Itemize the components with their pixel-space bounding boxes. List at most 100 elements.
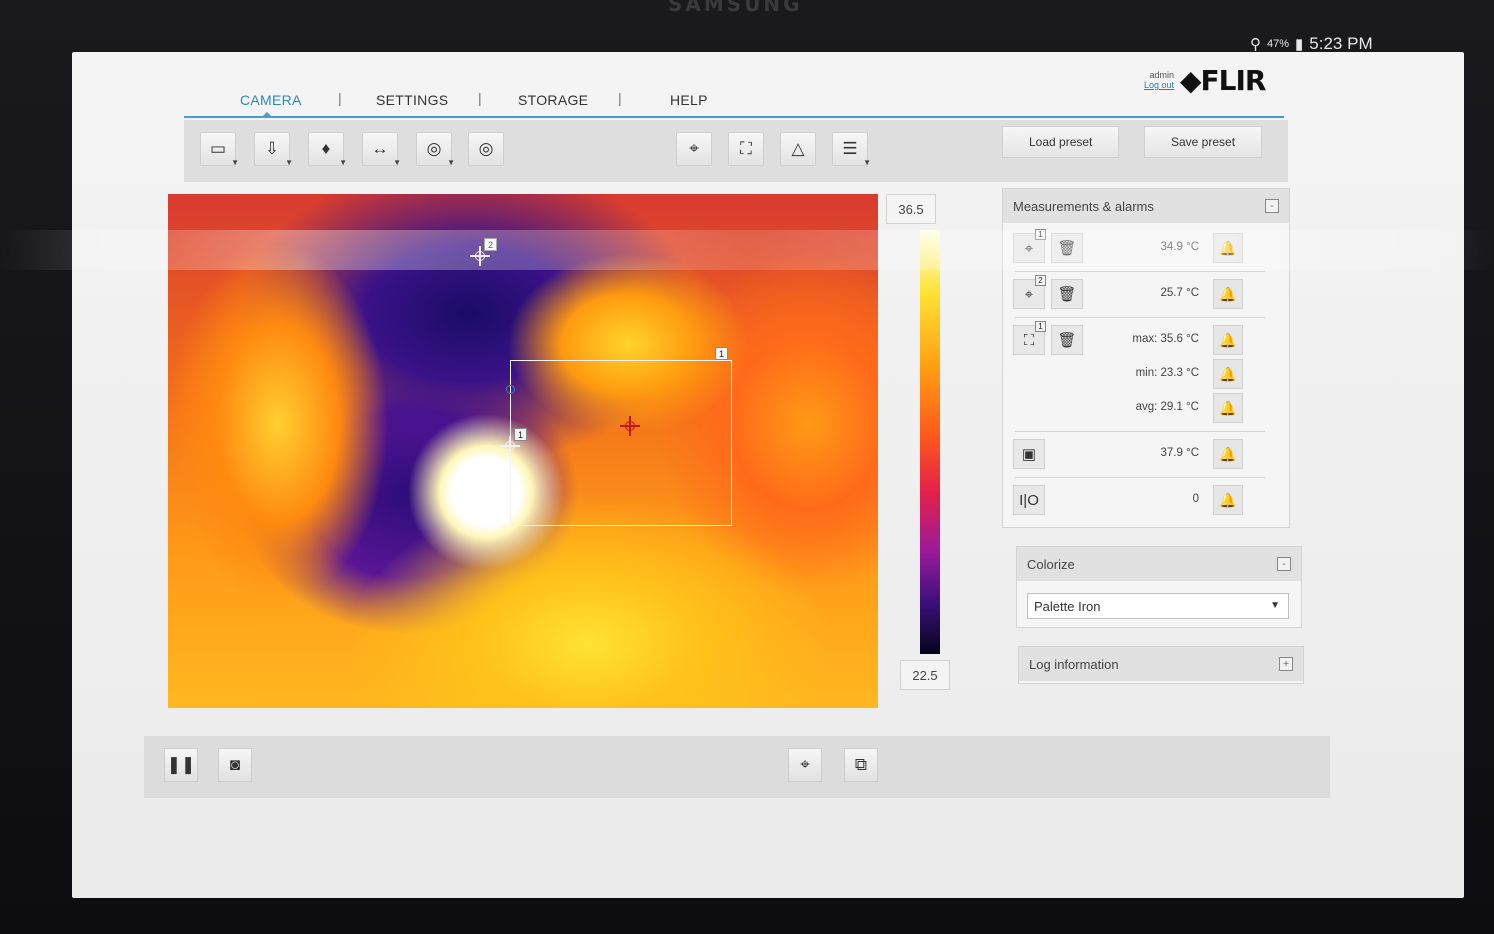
log-panel: Log information + [1018, 646, 1304, 684]
dropdown-icon: ▼ [285, 158, 293, 167]
collapse-icon[interactable]: - [1265, 199, 1279, 213]
wifi-icon: ⚲ [1250, 36, 1261, 53]
alarm-button[interactable]: 🔔 [1213, 359, 1243, 389]
username: admin [1149, 70, 1174, 80]
lamp-button[interactable]: ♦ ▼ [308, 132, 347, 167]
measurements-title: Measurements & alarms [1013, 198, 1154, 214]
pause-button[interactable]: ❚❚ [164, 748, 198, 782]
trash-icon: 🗑 [1057, 240, 1077, 257]
measurements-header[interactable]: Measurements & alarms - [1003, 189, 1289, 223]
alarm-button[interactable]: 🔔 [1213, 279, 1243, 309]
measurement-value: 37.9 °C [1160, 447, 1199, 459]
colorize-header[interactable]: Colorize - [1017, 547, 1301, 581]
dropdown-icon: ▼ [393, 158, 401, 167]
box-measure-icon: ⛶ [740, 139, 752, 158]
lamp-icon: ♦ [321, 139, 331, 158]
dropdown-icon: ▼ [863, 158, 871, 167]
zoom-ring-button[interactable]: ◎ ▼ [416, 132, 455, 167]
adjust-button[interactable]: ☰ ▼ [832, 132, 871, 167]
alarm-button[interactable]: 🔔 [1213, 393, 1243, 423]
log-title: Log information [1029, 656, 1119, 672]
chevron-down-icon: ▼ [1270, 600, 1280, 611]
log-header[interactable]: Log information + [1019, 647, 1303, 681]
dropdown-icon: ▼ [339, 158, 347, 167]
display-mode-icon: ▭ [209, 139, 227, 158]
delta-icon: △ [791, 139, 805, 158]
add-delta-button[interactable]: △ [780, 132, 816, 166]
bell-icon: 🔔 [1219, 331, 1237, 348]
colorize-title: Colorize [1027, 556, 1075, 572]
focus-button[interactable]: ⇩ ▼ [254, 132, 293, 167]
box-avg-value: avg: 29.1 °C [1135, 401, 1199, 413]
trash-icon: 🗑 [1057, 286, 1077, 303]
battery-level: 47% [1267, 38, 1290, 50]
device-brand: SAMSUNG [668, 0, 803, 16]
collapse-icon[interactable]: - [1277, 557, 1291, 571]
dropdown-icon: ▼ [231, 158, 239, 167]
fullscreen-button[interactable]: ⧉ [844, 748, 878, 782]
load-preset-button[interactable]: Load preset [1002, 126, 1120, 158]
hotspot-marker [620, 416, 640, 436]
main-nav: CAMERA | SETTINGS | STORAGE | HELP [184, 88, 1284, 118]
bell-icon: 🔔 [1219, 239, 1237, 256]
alarm-button[interactable]: 🔔 [1213, 233, 1243, 263]
android-status-bar: ⚲ 47% ▮ 5:23 PM [1250, 34, 1373, 54]
playback-toolbar: ❚❚ ◙ ⌖ ⧉ [144, 736, 1330, 798]
hide-overlay-button[interactable]: ⌖ [788, 748, 822, 782]
palette-select[interactable]: Palette Iron ▼ [1027, 593, 1289, 619]
divider [1015, 431, 1265, 432]
nav-separator: | [338, 90, 342, 106]
measurement-value: 0 [1192, 493, 1199, 505]
divider [1015, 271, 1265, 272]
spot-1-label: 1 [514, 428, 527, 441]
divider [1015, 317, 1265, 318]
color-scale-bar [920, 230, 940, 654]
add-box-button[interactable]: ⛶ [728, 132, 764, 166]
battery-icon: ▮ [1295, 36, 1304, 53]
expand-icon[interactable]: + [1279, 657, 1293, 671]
tab-settings[interactable]: SETTINGS [376, 92, 448, 108]
tab-storage[interactable]: STORAGE [518, 92, 588, 108]
focus-ring-icon: ◎ [478, 139, 494, 158]
fusion-icon: ↔ [371, 139, 389, 158]
delete-button[interactable]: 🗑 [1051, 233, 1083, 263]
digital-io-icon: I|O [1013, 485, 1045, 515]
flir-web-app: admin Log out ◆FLIR CAMERA | SETTINGS | … [72, 52, 1464, 898]
dropdown-icon: ▼ [447, 158, 455, 167]
snapshot-button[interactable]: ◙ [218, 748, 252, 782]
scale-max[interactable]: 36.5 [886, 194, 936, 224]
fullscreen-icon: ⧉ [854, 755, 868, 774]
delete-button[interactable]: 🗑 [1051, 325, 1083, 355]
measurement-box-1[interactable]: 1 [506, 347, 732, 526]
bell-icon: 🔔 [1219, 285, 1237, 302]
user-info: admin Log out [1132, 70, 1174, 90]
active-tab-indicator [262, 112, 272, 117]
box-min-value: min: 23.3 °C [1135, 367, 1199, 379]
adjust-icon: ☰ [842, 139, 858, 158]
fusion-button[interactable]: ↔ ▼ [362, 132, 401, 167]
save-preset-button[interactable]: Save preset [1144, 126, 1263, 158]
clock: 5:23 PM [1309, 34, 1373, 53]
thermal-image[interactable]: 1 2 1 [168, 194, 878, 708]
measurement-value: 25.7 °C [1160, 287, 1199, 299]
scale-min[interactable]: 22.5 [900, 660, 950, 690]
bell-icon: 🔔 [1219, 399, 1237, 416]
box-label: 1 [715, 347, 728, 360]
zoom-ring-icon: ◎ [426, 139, 442, 158]
row-index: 2 [1035, 275, 1046, 286]
box-resize-handle[interactable] [506, 385, 515, 394]
delete-button[interactable]: 🗑 [1051, 279, 1083, 309]
focus-ring-button[interactable]: ◎ [468, 132, 504, 166]
alarm-button[interactable]: 🔔 [1213, 325, 1243, 355]
tab-camera[interactable]: CAMERA [240, 92, 302, 108]
display-mode-button[interactable]: ▭ ▼ [200, 132, 239, 167]
alarm-button[interactable]: 🔔 [1213, 439, 1243, 469]
bell-icon: 🔔 [1219, 491, 1237, 508]
spot-2-label: 2 [484, 238, 497, 251]
alarm-button[interactable]: 🔔 [1213, 485, 1243, 515]
camera-toolbar: ▭ ▼ ⇩ ▼ ♦ ▼ ↔ ▼ ◎ ▼ ◎ ⌖ ⛶ △ ☰ ▼ Load preset Sa… [184, 120, 1288, 182]
tab-help[interactable]: HELP [670, 92, 708, 108]
add-spot-button[interactable]: ⌖ [676, 132, 712, 166]
divider [1015, 477, 1265, 478]
nav-separator: | [618, 90, 622, 106]
